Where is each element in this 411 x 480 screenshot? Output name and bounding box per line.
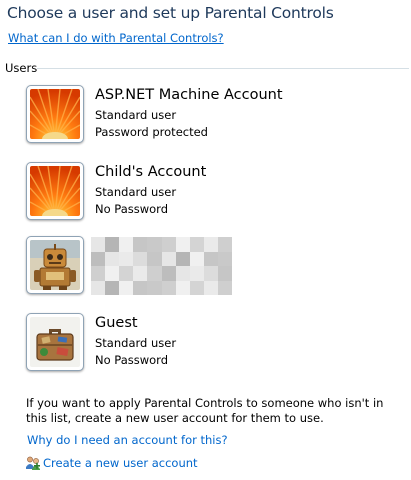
- user-role: Standard user: [95, 185, 177, 199]
- redaction-block: [91, 251, 106, 266]
- redaction-block: [175, 280, 190, 295]
- redaction-block: [217, 251, 232, 266]
- redaction-block: [91, 280, 106, 295]
- redaction-block: [147, 237, 162, 252]
- redaction-block: [119, 266, 134, 281]
- redaction-block: [217, 280, 232, 295]
- user-name: ASP.NET Machine Account: [95, 87, 283, 103]
- redaction-block: [119, 280, 134, 295]
- robot-avatar: [26, 236, 84, 294]
- redaction-block: [147, 251, 162, 266]
- section-divider: [37, 68, 409, 69]
- redaction-block: [203, 266, 218, 281]
- why-account-link[interactable]: Why do I need an account for this?: [27, 433, 228, 447]
- suitcase-avatar: [26, 313, 84, 371]
- redaction-block: [133, 280, 148, 295]
- redaction-block: [161, 266, 176, 281]
- users-section-label: Users: [5, 61, 38, 75]
- redaction-block: [203, 237, 218, 252]
- redaction-block: [161, 251, 176, 266]
- redaction-block: [147, 266, 162, 281]
- redaction-block: [91, 266, 106, 281]
- user-password-status: No Password: [95, 202, 169, 216]
- user-tile-asp-net-machine-account[interactable]: ASP.NET Machine Account Standard user Pa…: [26, 85, 286, 149]
- redaction-block: [217, 237, 232, 252]
- redaction-block: [133, 251, 148, 266]
- create-user-account-label: Create a new user account: [43, 456, 198, 470]
- user-role: Standard user: [95, 108, 177, 122]
- redaction-block: [203, 280, 218, 295]
- redaction-block: [119, 237, 134, 252]
- redaction-block: [189, 237, 204, 252]
- user-tile-redacted[interactable]: [26, 236, 286, 300]
- users-icon: [25, 455, 41, 471]
- redaction-block: [203, 251, 218, 266]
- user-password-status: Password protected: [95, 125, 208, 139]
- create-user-account-link[interactable]: Create a new user account: [25, 455, 198, 471]
- redaction-block: [189, 251, 204, 266]
- redaction-block: [133, 266, 148, 281]
- redaction-block: [175, 266, 190, 281]
- user-name: Guest: [95, 315, 138, 331]
- redaction-block: [105, 266, 120, 281]
- user-password-status: No Password: [95, 353, 169, 367]
- redaction-block: [175, 251, 190, 266]
- info-text: If you want to apply Parental Controls t…: [26, 396, 384, 425]
- redaction-block: [147, 280, 162, 295]
- redaction-block: [175, 237, 190, 252]
- redaction-block: [161, 237, 176, 252]
- redacted-user-details: [91, 237, 232, 295]
- redaction-block: [119, 251, 134, 266]
- redaction-block: [189, 266, 204, 281]
- redaction-block: [189, 280, 204, 295]
- user-tile-guest[interactable]: Guest Standard user No Password: [26, 313, 286, 377]
- parental-controls-help-link[interactable]: What can I do with Parental Controls?: [8, 31, 224, 45]
- user-name: Child's Account: [95, 164, 207, 180]
- page-title: Choose a user and set up Parental Contro…: [7, 4, 334, 22]
- redaction-block: [105, 251, 120, 266]
- user-tile-childs-account[interactable]: Child's Account Standard user No Passwor…: [26, 162, 286, 226]
- redaction-block: [91, 237, 106, 252]
- orange-flower-avatar: [26, 162, 84, 220]
- orange-flower-avatar: [26, 85, 84, 143]
- redaction-block: [161, 280, 176, 295]
- redaction-block: [105, 237, 120, 252]
- redaction-block: [133, 237, 148, 252]
- redaction-block: [105, 280, 120, 295]
- user-role: Standard user: [95, 336, 177, 350]
- redaction-block: [217, 266, 232, 281]
